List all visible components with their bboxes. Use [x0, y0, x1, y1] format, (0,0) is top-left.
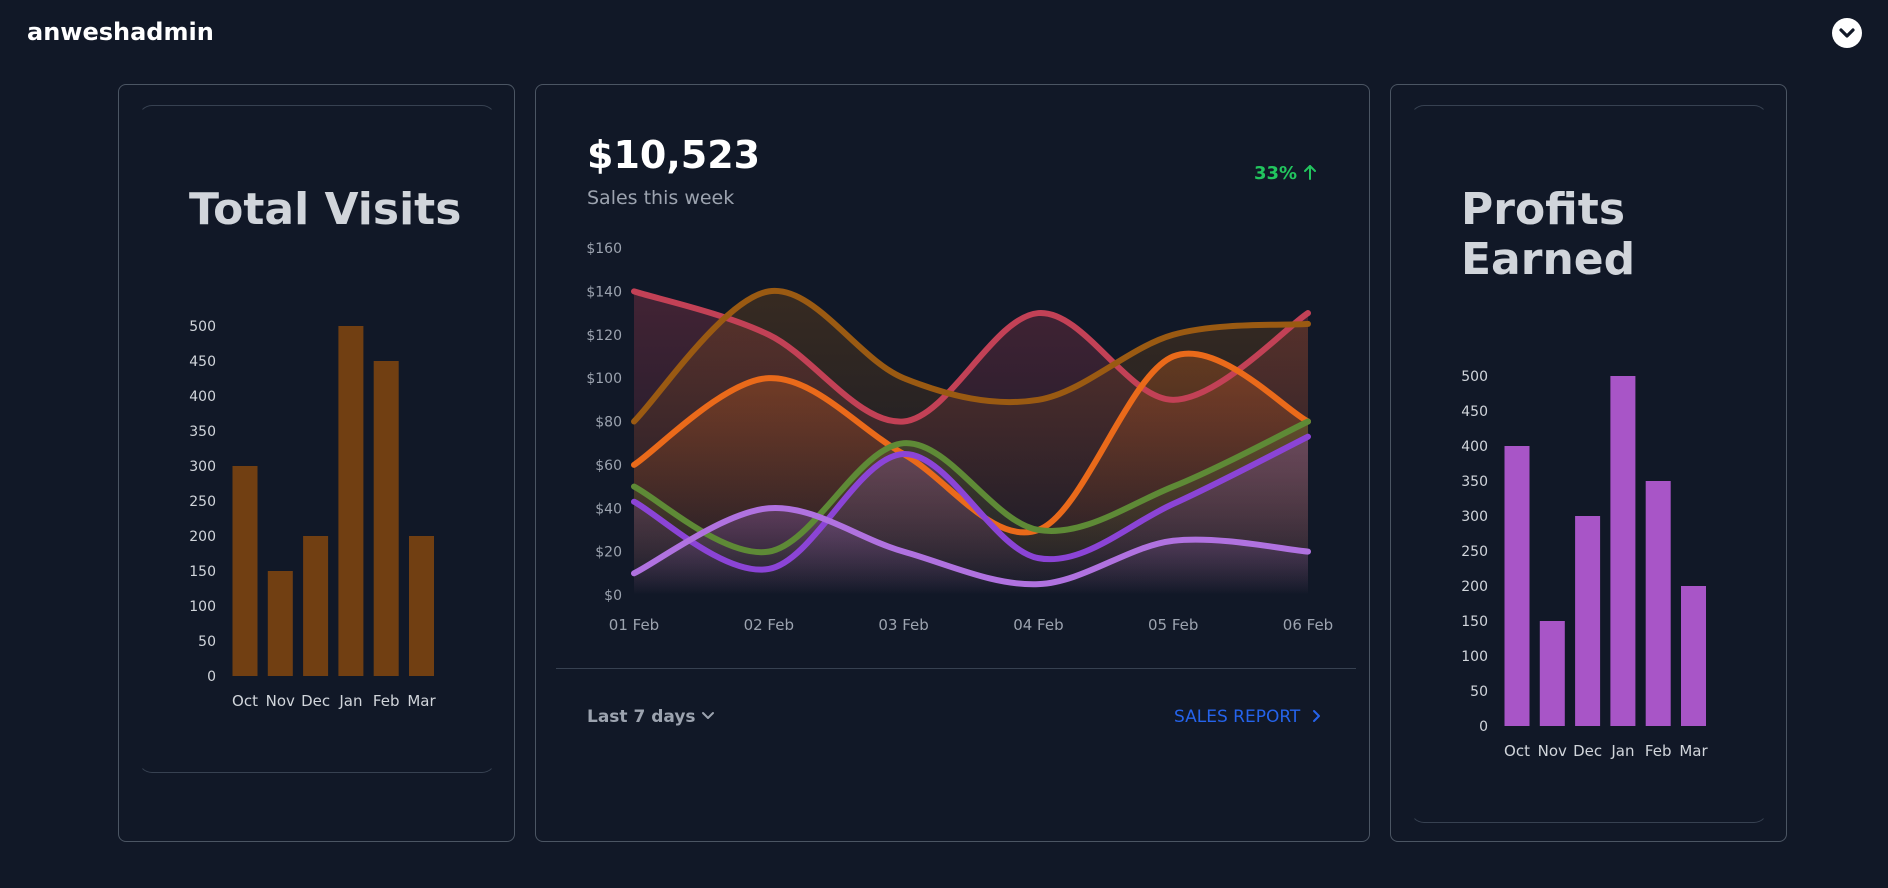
profits-bar: [1681, 586, 1706, 726]
sales-x-label: 01 Feb: [609, 616, 659, 634]
chevron-down-icon: [702, 712, 715, 719]
visits-y-tick: 200: [189, 529, 216, 545]
period-dropdown[interactable]: Last 7 days: [587, 707, 715, 727]
profits-card: Profits Earned 0 50 100 150 200 250 300 350 400 4…: [1390, 84, 1787, 842]
visits-y-tick: 150: [189, 564, 216, 580]
profits-bar: [1645, 481, 1671, 726]
total-visits-card: Total Visits 0 50 100 150 200 250 300 350 400 450…: [118, 84, 515, 842]
sales-y-tick: $20: [595, 545, 622, 561]
profits-bar: [1610, 376, 1636, 726]
sales-y-tick: $160: [586, 241, 622, 257]
sales-x-label: 03 Feb: [878, 616, 928, 634]
profits-x-label: Dec: [1573, 742, 1602, 760]
visits-bar: [232, 466, 258, 676]
visits-bar: [267, 571, 293, 676]
sales-card-divider: [556, 668, 1356, 669]
visits-x-label: Oct: [232, 692, 258, 710]
sales-y-tick: $120: [586, 328, 622, 344]
visits-y-tick: 50: [198, 634, 216, 650]
sales-y-tick: $80: [595, 415, 622, 431]
visits-y-tick: 300: [189, 459, 216, 475]
profits-x-label: Feb: [1645, 742, 1672, 760]
sales-y-tick: $140: [586, 284, 622, 300]
visits-y-tick: 250: [189, 494, 216, 510]
sales-area-chart: $0 $20 $40 $60 $80 $100 $120 $140 $160 01 Feb 02 F…: [586, 241, 1333, 634]
visits-x-label: Feb: [373, 692, 400, 710]
sales-y-tick: $60: [595, 458, 622, 474]
sales-x-label: 04 Feb: [1013, 616, 1063, 634]
profits-y-tick: 50: [1470, 684, 1488, 700]
profits-bar: [1539, 621, 1565, 726]
sales-x-label: 05 Feb: [1148, 616, 1198, 634]
period-dropdown-label: Last 7 days: [587, 707, 696, 727]
sales-x-label: 06 Feb: [1283, 616, 1333, 634]
visits-bar: [338, 326, 364, 676]
sales-y-tick: $100: [586, 371, 622, 387]
profits-y-tick: 250: [1461, 544, 1488, 560]
visits-x-label: Dec: [301, 692, 330, 710]
visits-bar: [409, 536, 434, 676]
profits-bar: [1504, 446, 1530, 726]
visits-y-tick: 500: [189, 319, 216, 335]
visits-y-tick: 400: [189, 389, 216, 405]
profits-bar: [1575, 516, 1601, 726]
sales-card: $10,523 Sales this week 33% $0 $20 $40 $60 $…: [535, 84, 1370, 842]
chevron-down-icon: [1839, 28, 1855, 38]
profits-x-label: Jan: [1610, 742, 1634, 760]
sales-report-link[interactable]: SALES REPORT: [1174, 707, 1324, 727]
profits-x-label: Oct: [1504, 742, 1530, 760]
profits-y-tick: 300: [1461, 509, 1488, 525]
visits-x-label: Nov: [266, 692, 295, 710]
visits-bar: [373, 361, 399, 676]
visits-y-tick: 450: [189, 354, 216, 370]
profits-y-tick: 350: [1461, 474, 1488, 490]
sales-y-tick: $0: [604, 588, 622, 604]
profits-y-tick: 200: [1461, 579, 1488, 595]
profits-y-tick: 450: [1461, 404, 1488, 420]
chevron-right-icon: [1312, 710, 1320, 722]
profits-y-tick: 400: [1461, 439, 1488, 455]
visits-x-label: Jan: [338, 692, 362, 710]
profits-x-label: Mar: [1679, 742, 1708, 760]
sales-y-tick: $40: [595, 501, 622, 517]
profits-x-label: Nov: [1538, 742, 1567, 760]
sales-report-label: SALES REPORT: [1174, 707, 1301, 727]
profits-y-tick: 0: [1479, 719, 1488, 735]
user-menu-toggle[interactable]: [1832, 18, 1862, 48]
profits-y-tick: 500: [1461, 369, 1488, 385]
profits-y-tick: 100: [1461, 649, 1488, 665]
visits-bar: [303, 536, 329, 676]
visits-y-tick: 350: [189, 424, 216, 440]
top-bar: anweshadmin: [0, 0, 1888, 70]
sales-x-label: 02 Feb: [744, 616, 794, 634]
profits-chart: 0 50 100 150 200 250 300 350 400 450 500 Oct Nov Dec J…: [1461, 369, 1708, 760]
total-visits-chart: 0 50 100 150 200 250 300 350 400 450 500 Oct Nov Dec J…: [189, 319, 436, 710]
profits-y-tick: 150: [1461, 614, 1488, 630]
visits-x-label: Mar: [407, 692, 436, 710]
visits-y-tick: 0: [207, 669, 216, 685]
brand-name: anweshadmin: [27, 18, 214, 46]
visits-y-tick: 100: [189, 599, 216, 615]
